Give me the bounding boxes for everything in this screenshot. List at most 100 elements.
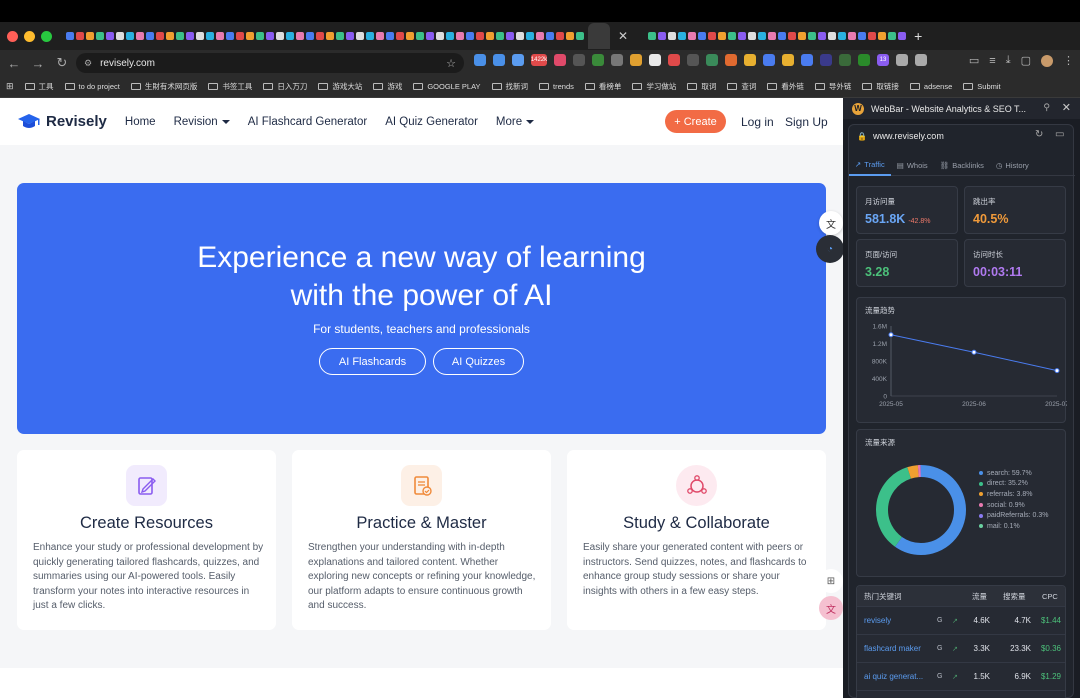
tab-favicon[interactable] (718, 32, 727, 40)
tab-favicon[interactable] (748, 32, 757, 40)
extension-icon[interactable] (493, 54, 505, 66)
tab-favicon[interactable] (246, 32, 254, 40)
keyword-row[interactable]: flashcard maker G ↗ 3.3K 23.3K $0.36 (857, 634, 1065, 662)
extension-icon[interactable] (630, 54, 642, 66)
tab-history[interactable]: ◷ History (990, 154, 1035, 176)
extension-icon[interactable] (554, 54, 566, 66)
maximize-window-button[interactable] (41, 30, 52, 42)
extension-icon[interactable] (512, 54, 524, 66)
tab-favicons[interactable] (66, 23, 612, 49)
extension-icon[interactable] (915, 54, 927, 66)
bookmark-item[interactable]: GOOGLE PLAY (413, 82, 481, 91)
bookmark-item[interactable]: to do project (64, 82, 120, 91)
new-tab-icon[interactable]: + (914, 28, 922, 44)
tab-favicon[interactable] (878, 32, 887, 40)
extension-icon[interactable]: 13 (877, 54, 889, 66)
tab-favicon[interactable] (106, 32, 114, 40)
tab-favicon[interactable] (838, 32, 847, 40)
tab-favicon[interactable] (818, 32, 827, 40)
nav-more[interactable]: More (496, 116, 535, 128)
tab-whois[interactable]: ▤ Whois (891, 154, 934, 176)
tab-favicon[interactable] (566, 32, 574, 40)
tab-favicon[interactable] (146, 32, 154, 40)
bookmark-item[interactable]: 学习做站 (632, 81, 676, 92)
bookmark-item[interactable]: 导外链 (814, 81, 851, 92)
expand-icon[interactable]: ▭ (1055, 129, 1064, 140)
tab-favicon[interactable] (758, 32, 767, 40)
tab-favicon[interactable] (526, 32, 534, 40)
extension-icon[interactable] (474, 54, 486, 66)
tab-favicon[interactable] (738, 32, 747, 40)
bookmark-star-icon[interactable]: ☆ (446, 57, 456, 70)
tab-favicon[interactable] (236, 32, 244, 40)
ai-flashcards-button[interactable]: AI Flashcards (319, 348, 426, 375)
tab-favicon[interactable] (86, 32, 94, 40)
tab-favicon[interactable] (536, 32, 544, 40)
tab-favicon[interactable] (466, 32, 474, 40)
tab-favicon[interactable] (416, 32, 424, 40)
tab-backlinks[interactable]: ⛓ Backlinks (934, 154, 990, 176)
tab-favicon[interactable] (898, 32, 907, 40)
tab-favicon[interactable] (888, 32, 897, 40)
tab-favicon[interactable] (116, 32, 124, 40)
tab-favicon[interactable] (226, 32, 234, 40)
tab-favicon[interactable] (668, 32, 677, 40)
new-window-icon[interactable]: ▢ (1021, 54, 1031, 67)
tab-favicon[interactable] (206, 32, 214, 40)
download-icon[interactable]: ⤓ (1006, 54, 1011, 67)
extension-icon[interactable] (858, 54, 870, 66)
extension-icon[interactable] (744, 54, 756, 66)
extension-icon[interactable] (649, 54, 661, 66)
tab-favicon[interactable] (296, 32, 304, 40)
nav-home[interactable]: Home (125, 116, 156, 128)
bookmark-item[interactable]: 工具 (24, 81, 54, 92)
tab-favicon[interactable] (426, 32, 434, 40)
close-panel-icon[interactable]: ✕ (1062, 101, 1071, 114)
extension-icon[interactable]: 1422k (531, 54, 547, 66)
tab-favicon[interactable] (456, 32, 464, 40)
extension-icon[interactable] (839, 54, 851, 66)
tab-favicon[interactable] (658, 32, 667, 40)
bookmark-item[interactable]: adsense (909, 82, 952, 91)
tab-favicon[interactable] (436, 32, 444, 40)
tab-favicon[interactable] (778, 32, 787, 40)
refresh-icon[interactable]: ↻ (1035, 129, 1043, 140)
extension-icon[interactable] (573, 54, 585, 66)
tab-favicon[interactable] (136, 32, 144, 40)
create-button[interactable]: + Create (665, 110, 726, 133)
menu-icon[interactable]: ≡ (989, 55, 995, 67)
extension-icon[interactable] (896, 54, 908, 66)
keyword-row[interactable]: revisely G ↗ 4.6K 4.7K $1.44 (857, 606, 1065, 634)
back-icon[interactable]: ← (2, 56, 26, 71)
bookmark-item[interactable]: trends (539, 82, 574, 91)
tab-favicon[interactable] (346, 32, 354, 40)
login-link[interactable]: Log in (741, 115, 774, 129)
translate-icon[interactable]: 文 (819, 211, 843, 235)
qr-code-icon[interactable]: ⊞ (819, 569, 843, 593)
tab-favicon[interactable] (126, 32, 134, 40)
tab-favicon[interactable] (276, 32, 284, 40)
tab-favicon[interactable] (516, 32, 524, 40)
cast-icon[interactable]: ▭ (969, 54, 979, 67)
keyword-row[interactable]: flashcards ma...G↗1.4K5.9K$0.60 (857, 690, 1065, 698)
tab-favicon[interactable] (166, 32, 174, 40)
tab-favicon[interactable] (858, 32, 867, 40)
tab-favicon[interactable] (186, 32, 194, 40)
tab-favicon[interactable] (556, 32, 564, 40)
tab-favicon[interactable] (788, 32, 797, 40)
tab-traffic[interactable]: ↗ Traffic (849, 154, 891, 176)
tab-favicon[interactable] (306, 32, 314, 40)
tab-favicon[interactable] (798, 32, 807, 40)
more-icon[interactable]: ⋮ (1063, 54, 1074, 67)
webbar-toggle-icon[interactable]: ◔ (816, 235, 843, 263)
tab-favicon[interactable] (728, 32, 737, 40)
tab-favicon[interactable] (376, 32, 384, 40)
extension-icon[interactable] (668, 54, 680, 66)
ai-quizzes-button[interactable]: AI Quizzes (433, 348, 524, 375)
site-logo[interactable]: Revisely (17, 113, 107, 131)
reload-icon[interactable]: ↻ (50, 55, 74, 71)
nav-ai-flashcard-generator[interactable]: AI Flashcard Generator (248, 116, 368, 128)
address-bar[interactable]: ⚙ revisely.com ☆ (76, 53, 464, 73)
tab-favicon[interactable] (326, 32, 334, 40)
tab-favicon[interactable] (708, 32, 717, 40)
